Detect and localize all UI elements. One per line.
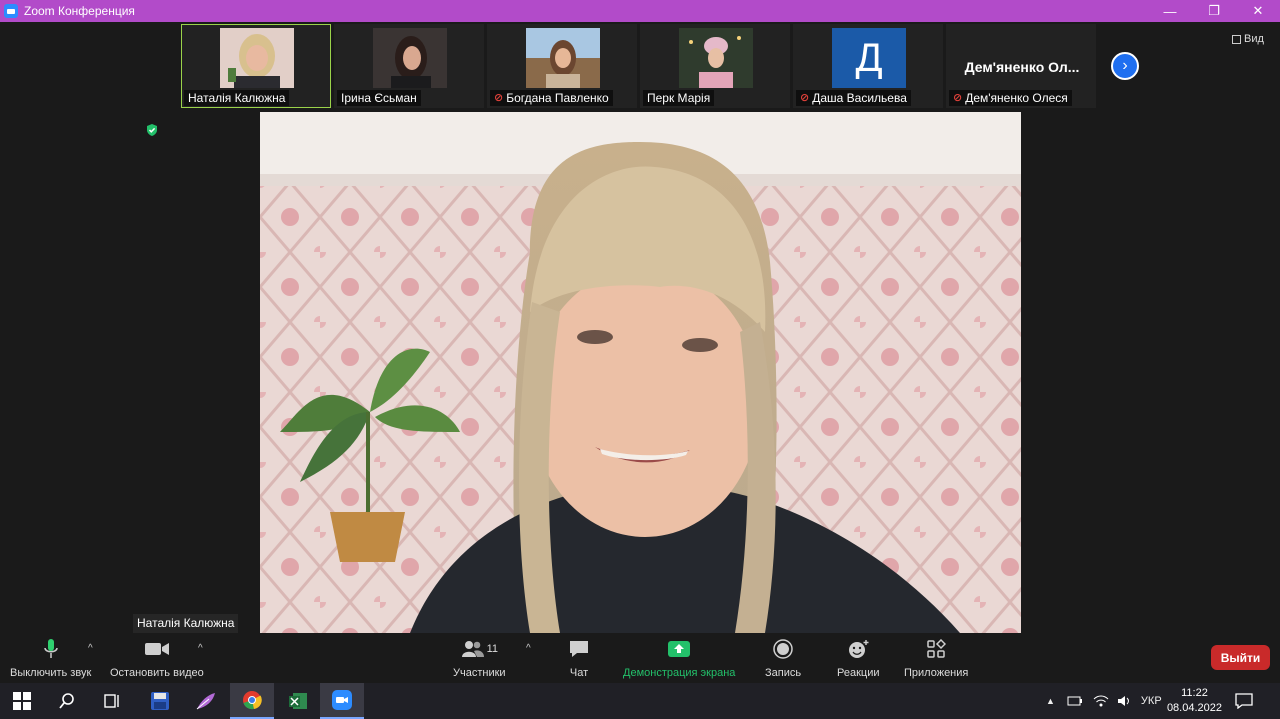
grid-icon (1232, 34, 1241, 44)
active-speaker-video (260, 112, 1021, 633)
title-bar: Zoom Конференция — ❐ ✕ (0, 0, 1280, 22)
participants-button[interactable]: 11 Участники (453, 637, 506, 679)
floppy-disk-icon (151, 692, 169, 710)
participant-tile[interactable]: Перк Марія (640, 24, 790, 108)
participant-name: Перк Марія (647, 91, 711, 105)
volume-icon[interactable] (1117, 694, 1133, 708)
mic-muted-icon: ⊘ (953, 92, 963, 104)
smile-icon (847, 637, 869, 661)
participants-count: 11 (486, 643, 498, 655)
mute-button[interactable]: Выключить звук (10, 637, 91, 679)
reactions-button[interactable]: Реакции (837, 637, 880, 679)
meeting-controls: Выключить звук ^ Остановить видео ^ 11 У… (0, 633, 1280, 683)
windows-taskbar: ▲ УКР 11:22 08.04.2022 (0, 683, 1280, 719)
chrome-icon (243, 691, 262, 710)
share-screen-button[interactable]: Демонстрация экрана (623, 637, 735, 679)
apps-label: Приложения (904, 667, 969, 679)
view-label: Вид (1244, 33, 1264, 45)
participant-name: Даша Васильева (812, 91, 907, 105)
participants-options-chevron-up-icon[interactable]: ^ (526, 643, 531, 654)
task-view-icon (104, 694, 119, 708)
search-icon (59, 693, 74, 709)
participant-display-name: Дем'яненко Ол... (964, 59, 1080, 75)
speaker-name-label: Наталія Калюжна (133, 614, 239, 633)
stop-video-button[interactable]: Остановить видео (110, 637, 204, 679)
share-screen-icon (667, 637, 691, 661)
video-camera-icon (144, 637, 170, 661)
mute-label: Выключить звук (10, 667, 92, 679)
zoom-icon (332, 690, 352, 710)
minimize-button[interactable]: — (1148, 0, 1192, 22)
start-button[interactable] (0, 683, 44, 719)
participant-name: Ірина Єсьман (341, 91, 417, 105)
participant-strip: Наталія Калюжна Ірина Єсьман ⊘ Богдана Па… (181, 24, 1099, 110)
input-language[interactable]: УКР (1141, 695, 1162, 707)
participant-tile[interactable]: Д ⊘ Даша Васильева (793, 24, 943, 108)
clock-time: 11:22 (1181, 687, 1208, 699)
chat-label: Чат (569, 667, 589, 679)
wifi-icon[interactable] (1093, 694, 1109, 708)
show-hidden-icons-chevron-up-icon[interactable]: ▲ (1046, 696, 1055, 706)
participant-tile[interactable]: Наталія Калюжна (181, 24, 331, 108)
taskbar-app-pen[interactable] (184, 683, 228, 719)
system-tray: ▲ УКР (1046, 683, 1162, 719)
record-label: Запись (765, 667, 802, 679)
chat-bubble-icon (568, 637, 590, 661)
participant-tile[interactable]: Ірина Єсьман (334, 24, 484, 108)
video-label: Остановить видео (110, 667, 204, 679)
notification-icon (1235, 693, 1253, 709)
participant-video (679, 28, 753, 88)
window-title: Zoom Конференция (24, 4, 135, 18)
participant-video (526, 28, 600, 88)
taskbar-app-excel[interactable] (276, 683, 320, 719)
participant-avatar: Д (832, 28, 906, 88)
participant-name: Дем'яненко Олеся (965, 91, 1068, 105)
chevron-right-icon: › (1122, 57, 1128, 74)
participant-name: Богдана Павленко (506, 91, 609, 105)
feather-pen-icon (196, 693, 215, 710)
view-button[interactable]: Вид (1232, 33, 1264, 45)
windows-logo-icon (13, 692, 31, 710)
search-button[interactable] (45, 683, 89, 719)
record-button[interactable]: Запись (765, 637, 801, 679)
notifications-button[interactable] (1222, 683, 1266, 719)
participant-video (373, 28, 447, 88)
participant-video (220, 28, 294, 88)
chat-button[interactable]: Чат (568, 637, 590, 679)
leave-meeting-button[interactable]: Выйти (1211, 645, 1270, 670)
audio-options-chevron-up-icon[interactable]: ^ (88, 643, 93, 654)
record-icon (773, 637, 793, 661)
clock-date: 08.04.2022 (1166, 702, 1222, 714)
mic-muted-icon: ⊘ (494, 92, 504, 104)
participant-tile[interactable]: Дем'яненко Ол... ⊘ Дем'яненко Олеся (946, 24, 1096, 108)
participant-tile[interactable]: ⊘ Богдана Павленко (487, 24, 637, 108)
share-screen-label: Демонстрация экрана (623, 667, 736, 679)
taskbar-app-chrome[interactable] (230, 683, 274, 719)
next-page-button[interactable]: › (1111, 52, 1139, 80)
participant-name: Наталія Калюжна (188, 91, 286, 105)
excel-icon (289, 693, 307, 709)
mic-muted-icon: ⊘ (800, 92, 810, 104)
video-options-chevron-up-icon[interactable]: ^ (198, 643, 203, 654)
maximize-button[interactable]: ❐ (1192, 0, 1236, 22)
zoom-app-icon (4, 4, 18, 18)
participants-label: Участники (453, 667, 506, 679)
battery-icon[interactable] (1067, 695, 1083, 707)
close-button[interactable]: ✕ (1236, 0, 1280, 22)
reactions-label: Реакции (837, 667, 880, 679)
apps-button[interactable]: Приложения (904, 637, 968, 679)
apps-icon (926, 637, 947, 661)
system-clock[interactable]: 11:22 08.04.2022 (1167, 686, 1222, 716)
taskbar-app-save[interactable] (138, 683, 182, 719)
security-shield-icon[interactable] (145, 123, 159, 137)
task-view-button[interactable] (90, 683, 134, 719)
taskbar-app-zoom[interactable] (320, 683, 364, 719)
microphone-icon (43, 637, 59, 661)
speaker-video-frame (260, 112, 1021, 633)
participants-icon (461, 641, 484, 657)
